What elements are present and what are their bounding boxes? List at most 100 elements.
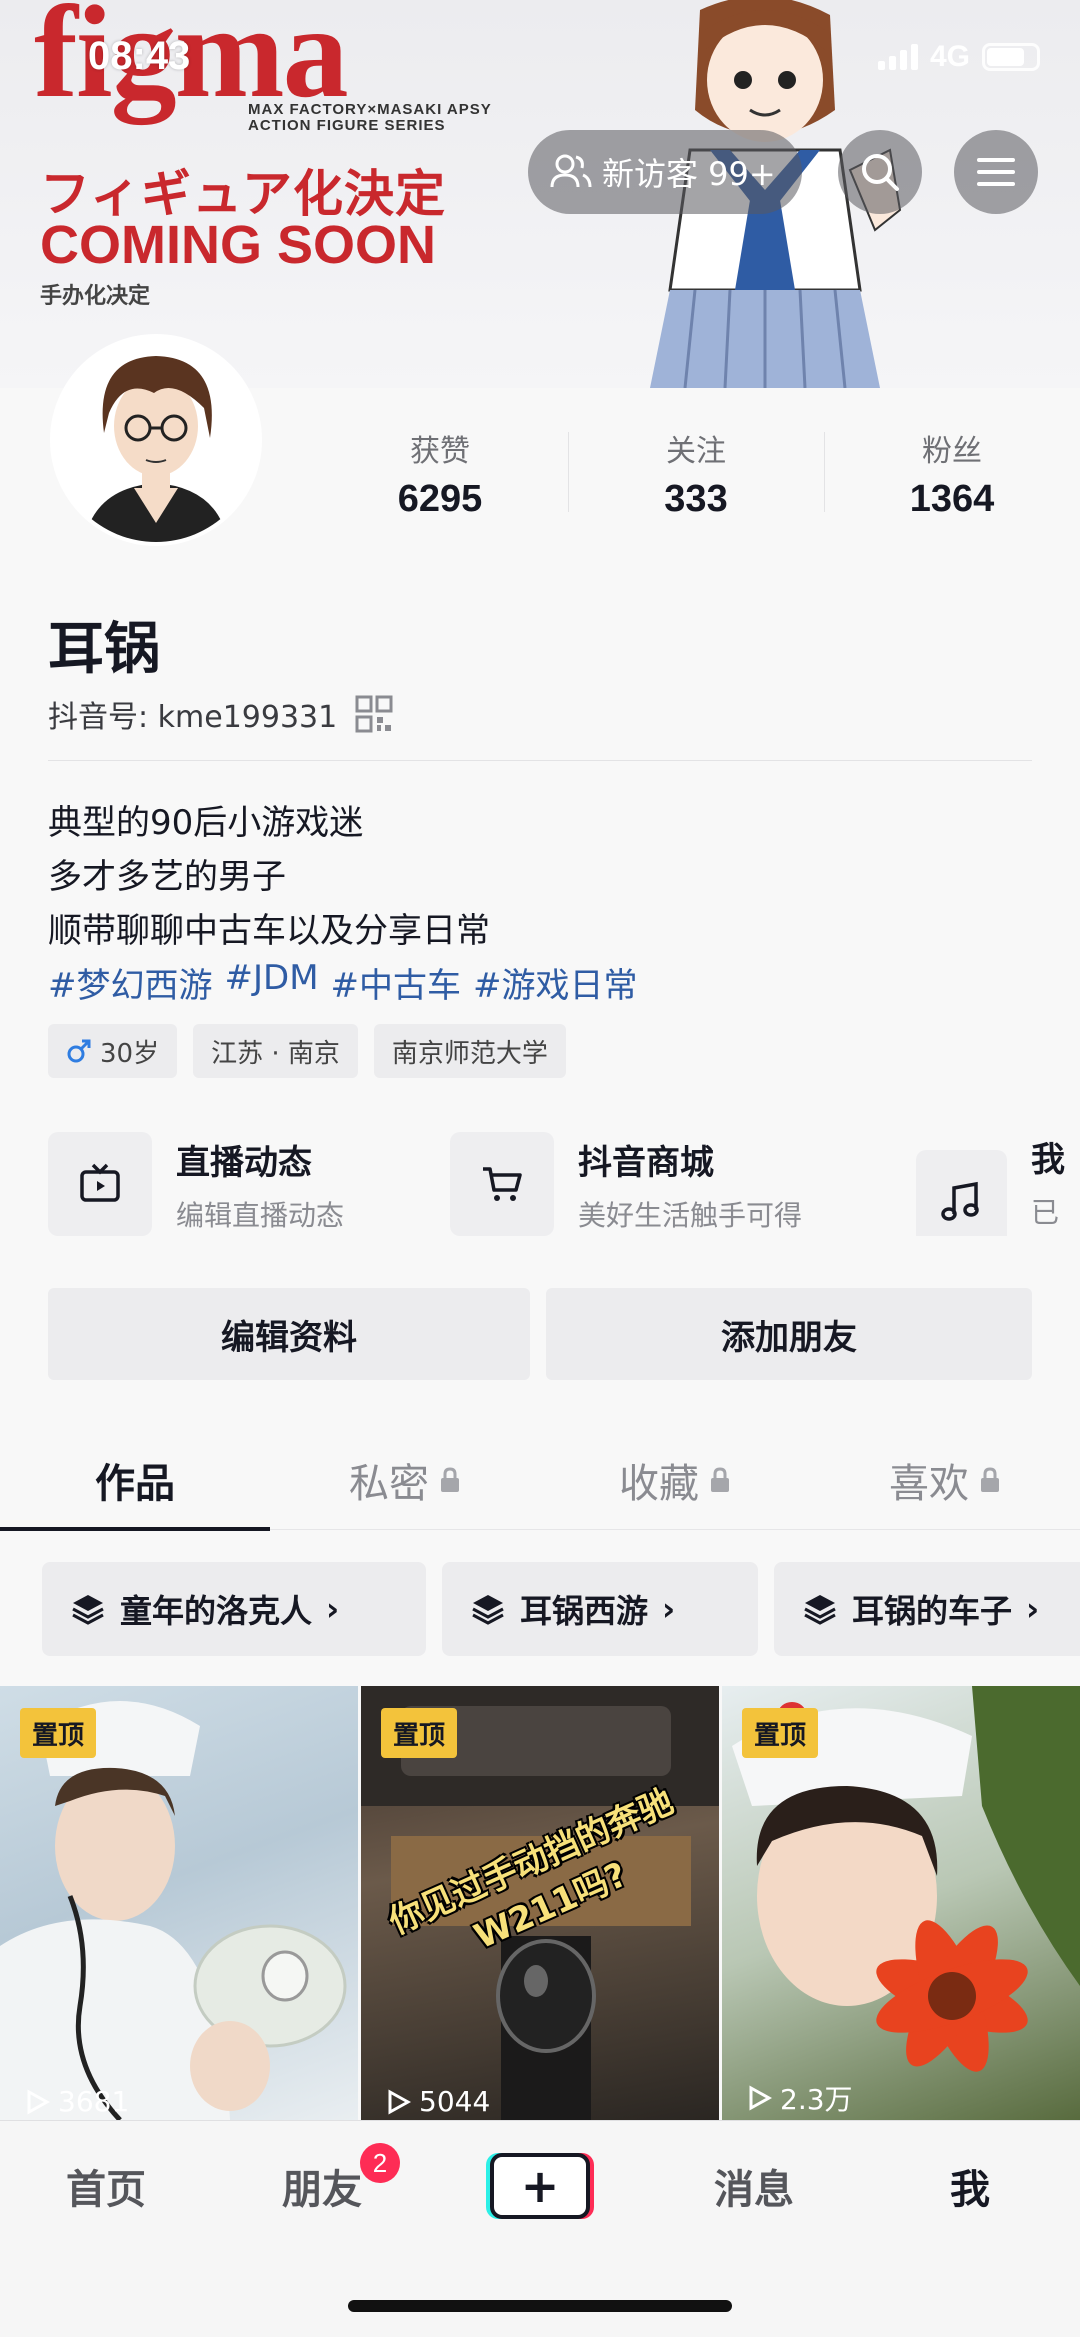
create-post-button[interactable]: + <box>490 2153 590 2219</box>
douyin-id: 抖音号: kme199331 <box>48 700 338 735</box>
add-friend-button[interactable]: 添加朋友 <box>546 1288 1032 1380</box>
feature-live-updates[interactable]: 直播动态 编辑直播动态 <box>48 1132 344 1236</box>
battery-icon <box>982 43 1040 71</box>
status-indicators: 4G <box>877 40 1040 74</box>
bio-line: 顺带聊聊中古车以及分享日常 <box>48 911 490 951</box>
plus-icon: + <box>520 2159 560 2213</box>
cart-icon <box>483 1167 522 1201</box>
feature-title: 抖音商城 <box>578 1142 714 1183</box>
collection-chips: 童年的洛克人 › 耳锅西游 › 耳锅的车子 › <box>42 1562 1080 1656</box>
collection-label: 耳锅西游 <box>520 1592 649 1630</box>
tab-label: 收藏 <box>619 1460 699 1507</box>
view-count-value: 5044 <box>419 2085 491 2118</box>
collection-label: 童年的洛克人 <box>120 1592 313 1630</box>
tab-label: 私密 <box>349 1460 429 1507</box>
bio-line: 典型的90后小游戏迷 <box>48 803 364 843</box>
view-count: 3681 <box>24 2085 129 2118</box>
search-icon <box>862 154 899 191</box>
feature-subtitle: 已收 <box>1030 1196 1059 1229</box>
hashtag-link[interactable]: #梦幻西游 <box>48 958 213 1007</box>
stat-following[interactable]: 关注 333 <box>568 420 824 540</box>
stat-label: 获赞 <box>410 434 470 469</box>
new-visitors-label: 新访客 99+ <box>602 155 776 193</box>
hashtag-link[interactable]: #中古车 <box>331 958 462 1007</box>
tag-location: 江苏 · 南京 <box>193 1024 358 1078</box>
nickname: 耳锅 <box>48 617 160 682</box>
tab-works[interactable]: 作品 <box>0 1430 270 1531</box>
play-icon <box>388 2088 411 2115</box>
avatar[interactable] <box>50 334 262 564</box>
profile-stats: 获赞 6295 关注 333 粉丝 1364 <box>312 420 1080 540</box>
collection-chip[interactable]: 耳锅的车子 › <box>774 1562 1080 1656</box>
profile-tags: 30岁 江苏 · 南京 南京师范大学 <box>48 1024 566 1078</box>
layers-icon <box>804 1595 836 1625</box>
edit-profile-button[interactable]: 编辑资料 <box>48 1288 530 1380</box>
video-thumbnail[interactable]: 置顶 2.3万 <box>722 1686 1080 2120</box>
banner-coming-soon: COMING SOON <box>40 215 437 275</box>
tv-icon <box>80 1163 120 1202</box>
hashtag-link[interactable]: #JDM <box>225 958 319 1007</box>
nav-friends[interactable]: 朋友 <box>282 2157 362 2215</box>
status-time: 08:43 <box>88 34 191 78</box>
banner-subline: MAX FACTORY×MASAKI APSY ACTION FIGURE SE… <box>248 102 492 134</box>
bio-hashtags: #梦幻西游 #JDM #中古车 #游戏日常 <box>48 958 638 1007</box>
qr-code-icon[interactable] <box>355 695 393 733</box>
view-count-value: 3681 <box>58 2085 130 2118</box>
banner-subline-1: MAX FACTORY×MASAKI APSY <box>248 101 492 118</box>
feature-douyin-mall[interactable]: 抖音商城 美好生活触手可得 <box>450 1132 802 1236</box>
banner-subline-2: ACTION FIGURE SERIES <box>248 117 446 134</box>
feature-subtitle: 编辑直播动态 <box>176 1198 345 1232</box>
bio-line: 多才多艺的男子 <box>48 857 286 897</box>
video-thumbnail[interactable]: 你见过手动挡的奔驰 W211吗? 置顶 5044 <box>361 1686 719 2120</box>
home-indicator[interactable] <box>348 2300 732 2312</box>
nav-home[interactable]: 首页 <box>66 2157 146 2215</box>
stat-label: 粉丝 <box>922 434 982 469</box>
chevron-right-icon: › <box>1026 1590 1040 1628</box>
view-count: 2.3万 <box>746 2078 853 2118</box>
stat-value: 1364 <box>909 478 995 520</box>
stat-followers[interactable]: 粉丝 1364 <box>824 420 1080 540</box>
pinned-badge: 置顶 <box>20 1708 97 1758</box>
tab-favorites[interactable]: 收藏 <box>540 1430 810 1529</box>
new-visitors-button[interactable]: 新访客 99+ <box>528 130 802 214</box>
play-icon <box>749 2085 772 2111</box>
stat-label: 关注 <box>666 434 726 469</box>
feature-icon-box <box>48 1132 152 1236</box>
music-note-icon <box>941 1181 980 1221</box>
collection-chip[interactable]: 耳锅西游 › <box>442 1562 758 1656</box>
chevron-right-icon: › <box>662 1590 676 1628</box>
hamburger-menu-icon <box>977 158 1015 186</box>
nav-messages[interactable]: 消息 <box>714 2157 794 2215</box>
pinned-badge: 置顶 <box>742 1708 819 1758</box>
feature-title: 直播动态 <box>176 1142 312 1183</box>
lock-icon <box>711 1466 729 1492</box>
search-button[interactable] <box>838 130 922 214</box>
feature-music[interactable]: 我 已收 <box>916 1132 1080 1236</box>
stat-value: 6295 <box>397 478 483 520</box>
hashtag-link[interactable]: #游戏日常 <box>473 958 638 1007</box>
feature-subtitle: 美好生活触手可得 <box>578 1198 803 1232</box>
tag-age-label: 30岁 <box>100 1038 160 1069</box>
lock-icon <box>441 1466 459 1492</box>
tab-likes[interactable]: 喜欢 <box>810 1430 1080 1529</box>
layers-icon <box>472 1595 504 1625</box>
view-count: 5044 <box>385 2085 490 2118</box>
pinned-badge: 置顶 <box>381 1708 458 1758</box>
collection-label: 耳锅的车子 <box>852 1592 1013 1630</box>
nav-me[interactable]: 我 <box>950 2157 990 2215</box>
menu-button[interactable] <box>954 130 1038 214</box>
collection-chip[interactable]: 童年的洛克人 › <box>42 1562 426 1656</box>
douyin-id-row: 抖音号: kme199331 <box>48 692 393 736</box>
divider <box>48 760 1032 761</box>
feature-icon-box <box>916 1149 1007 1236</box>
tag-age: 30岁 <box>48 1024 178 1078</box>
tag-school-label: 南京师范大学 <box>391 1038 548 1069</box>
chevron-right-icon: › <box>326 1590 340 1628</box>
tab-private[interactable]: 私密 <box>270 1430 540 1529</box>
tag-school: 南京师范大学 <box>373 1024 566 1078</box>
stat-likes[interactable]: 获赞 6295 <box>312 420 568 540</box>
lock-icon <box>981 1466 999 1492</box>
friends-notification-badge: 2 <box>360 2143 400 2183</box>
video-thumbnail[interactable]: 置顶 3681 <box>0 1686 358 2120</box>
stat-value: 333 <box>664 478 728 520</box>
